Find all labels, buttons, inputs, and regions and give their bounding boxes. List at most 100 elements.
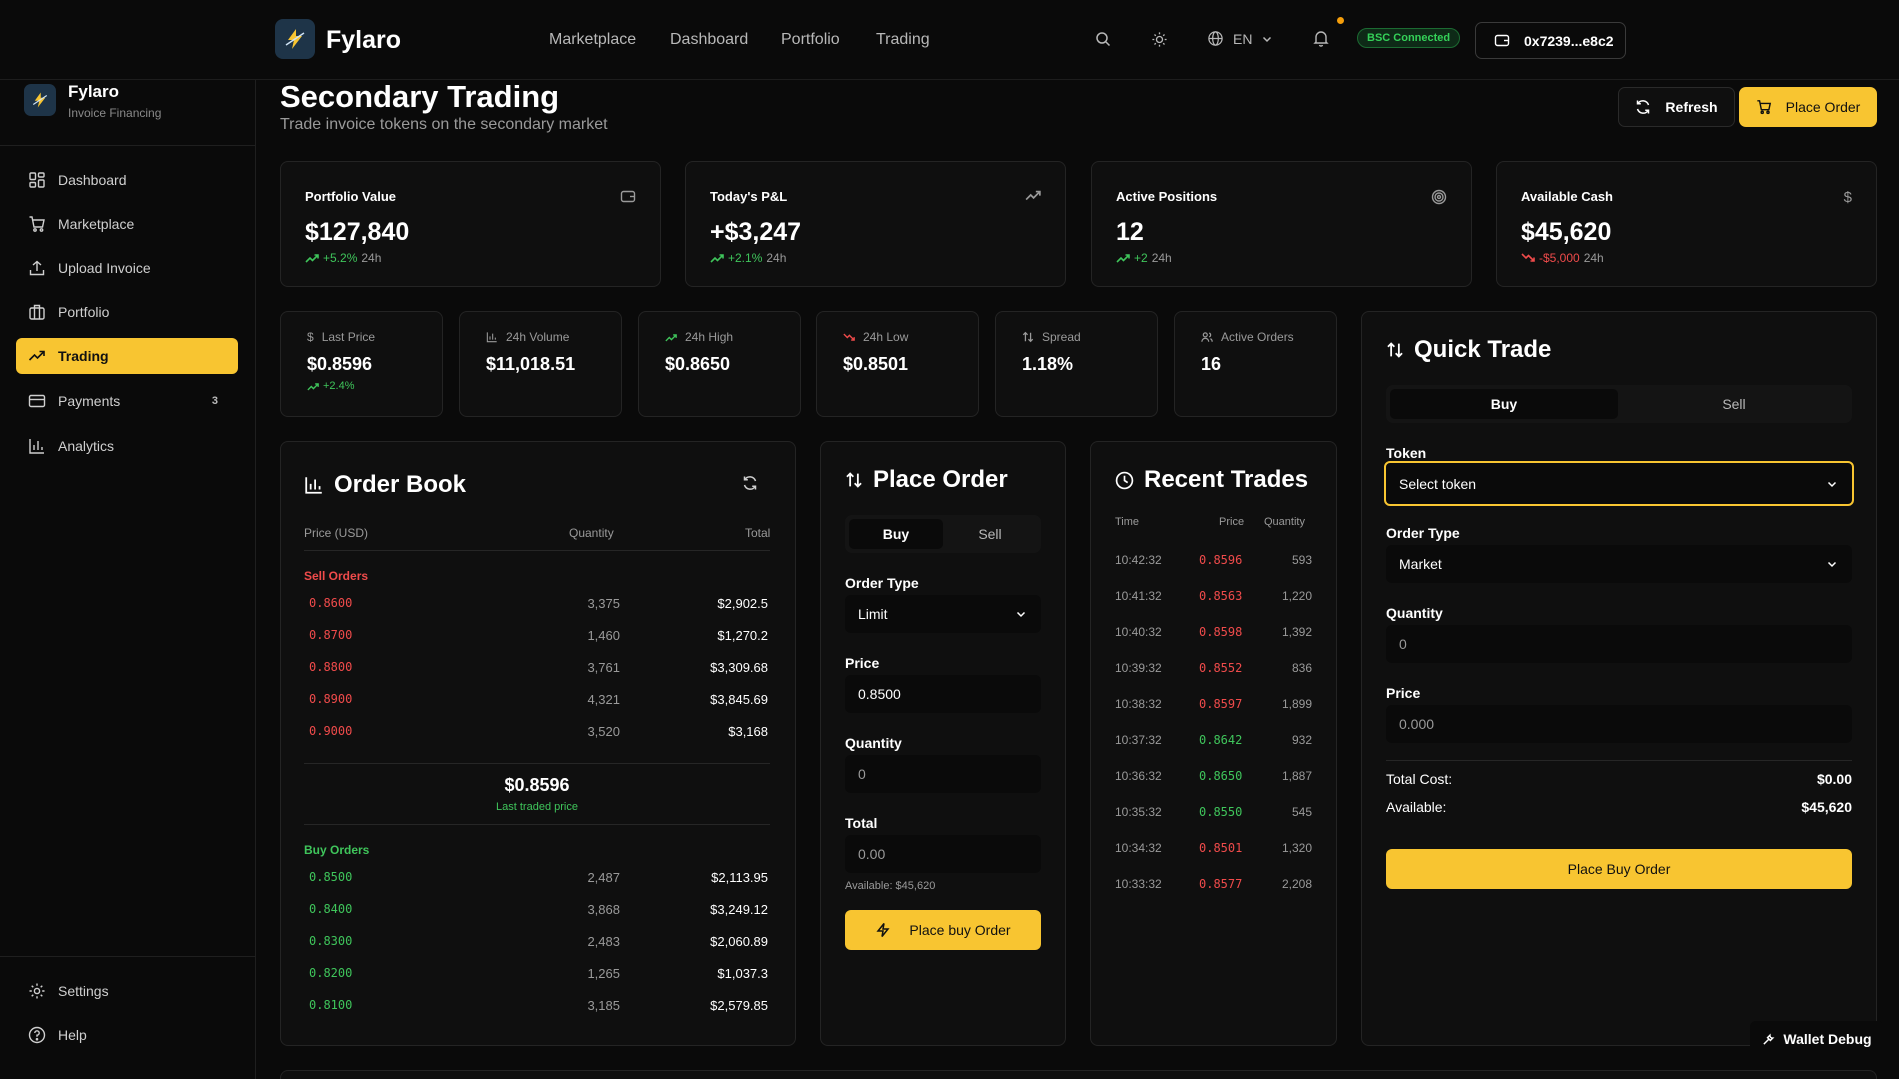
refresh-icon [1637, 100, 1650, 114]
order-book-header-quantity: Quantity [569, 526, 614, 540]
sidebar-divider [0, 145, 256, 146]
sidebar-item-analytics[interactable]: Analytics [16, 428, 238, 464]
buy-order-row[interactable]: 0.8500 2,487 $2,113.95 [304, 870, 768, 892]
trade-price: 0.8501 [1199, 841, 1243, 855]
quick-trade-sell-tab[interactable]: Sell [1620, 389, 1848, 419]
sidebar-item-trading[interactable]: Trading [16, 338, 238, 374]
trending-up-icon [1116, 254, 1130, 263]
arrows-updown-icon [1387, 342, 1403, 358]
sidebar-item-marketplace[interactable]: Marketplace [16, 206, 238, 242]
quick-quantity-input[interactable]: 0 [1386, 625, 1852, 663]
upload-icon [29, 260, 45, 276]
sell-order-row[interactable]: 0.8700 1,460 $1,270.2 [304, 628, 768, 650]
market-label: 24h Volume [486, 330, 569, 344]
token-select-placeholder: Select token [1399, 475, 1477, 492]
quick-order-type-select[interactable]: Market [1386, 545, 1852, 583]
logo-icon [32, 92, 48, 108]
nav-link-marketplace[interactable]: Marketplace [549, 31, 636, 49]
market-label: 24h Low [843, 330, 908, 344]
quantity-input[interactable]: 0 [845, 755, 1041, 793]
sidebar-item-dashboard[interactable]: Dashboard [16, 162, 238, 198]
nav-link-trading[interactable]: Trading [876, 31, 930, 49]
recent-trades-header-time: Time [1115, 516, 1140, 528]
stat-value: 12 [1116, 218, 1144, 246]
sidebar-item-help[interactable]: Help [16, 1017, 238, 1053]
quick-quantity-label: Quantity [1386, 605, 1443, 621]
buy-order-row[interactable]: 0.8300 2,483 $2,060.89 [304, 934, 768, 956]
trade-quantity: 2,208 [1281, 877, 1312, 891]
stat-value: $127,840 [305, 218, 410, 246]
wallet-button[interactable]: 0x7239...e8c2 [1475, 22, 1626, 59]
sell-order-row[interactable]: 0.8600 3,375 $2,902.5 [304, 596, 768, 618]
sidebar-item-payments[interactable]: Payments 3 [16, 383, 238, 419]
order-type-select[interactable]: Limit [845, 595, 1041, 633]
app-logo[interactable] [275, 19, 315, 59]
market-value: $0.8650 [665, 354, 731, 374]
stat-change: -$5,000 24h [1521, 251, 1604, 265]
last-traded-price: $0.8596 [504, 775, 570, 795]
sell-order-row[interactable]: 0.8900 4,321 $3,845.69 [304, 692, 768, 714]
top-navbar: Fylaro Marketplace Dashboard Portfolio T… [0, 0, 1899, 80]
quick-trade-buy-tab[interactable]: Buy [1390, 389, 1618, 419]
market-label-text: 24h High [685, 330, 734, 344]
place-order-side-toggle: Buy Sell [845, 515, 1041, 553]
recent-trades-title: Recent Trades [1115, 466, 1308, 494]
notification-dot [1337, 17, 1344, 24]
place-order-title: Place Order [845, 466, 1008, 494]
trade-price: 0.8597 [1199, 697, 1243, 711]
quick-trade-side-toggle: Buy Sell [1386, 385, 1852, 423]
order-quantity: 1,265 [587, 966, 620, 981]
order-book-header-price: Price (USD) [304, 526, 369, 540]
trade-quantity: 545 [1291, 805, 1312, 819]
recent-trades-header-price: Price [1219, 516, 1245, 528]
place-order-buy-tab[interactable]: Buy [849, 519, 943, 549]
theme-sun-icon[interactable] [1151, 31, 1168, 48]
market-card-spread: Spread 1.18% [995, 311, 1158, 417]
quick-price-input[interactable]: 0.000 [1386, 705, 1852, 743]
buy-order-row[interactable]: 0.8400 3,868 $3,249.12 [304, 902, 768, 924]
order-quantity: 3,520 [587, 724, 620, 739]
buy-order-row[interactable]: 0.8200 1,265 $1,037.3 [304, 966, 768, 988]
nav-link-dashboard[interactable]: Dashboard [670, 31, 748, 49]
sidebar-item-label: Portfolio [58, 304, 110, 320]
nav-link-portfolio[interactable]: Portfolio [781, 31, 840, 49]
order-quantity: 3,375 [587, 596, 620, 611]
sidebar-logo [24, 84, 56, 116]
order-book-divider [304, 550, 770, 551]
order-book-refresh-icon[interactable] [742, 475, 758, 491]
price-input[interactable]: 0.8500 [845, 675, 1041, 713]
sidebar-item-label: Payments [58, 393, 121, 409]
search-icon[interactable] [1095, 31, 1111, 47]
token-select[interactable]: Select token [1384, 461, 1854, 506]
sidebar-item-portfolio[interactable]: Portfolio [16, 294, 238, 330]
place-buy-order-quick-button[interactable]: Place Buy Order [1386, 849, 1852, 889]
market-label: Spread [1022, 330, 1081, 344]
place-order-header-button[interactable]: Place Order [1739, 87, 1877, 127]
market-card-active-orders: Active Orders 16 [1174, 311, 1337, 417]
trade-time: 10:33:32 [1115, 877, 1162, 891]
wallet-debug-button[interactable]: Wallet Debug [1750, 1021, 1884, 1057]
available-label: Available: [1386, 799, 1447, 815]
trade-time: 10:36:32 [1115, 769, 1162, 783]
place-buy-order-button[interactable]: Place buy Order [845, 910, 1041, 950]
brand-name[interactable]: Fylaro [326, 26, 401, 55]
sell-order-row[interactable]: 0.9000 3,520 $3,168 [304, 724, 768, 746]
sidebar-item-label: Help [58, 1027, 87, 1043]
sidebar-item-label: Trading [58, 348, 109, 364]
sidebar-item-upload-invoice[interactable]: Upload Invoice [16, 250, 238, 286]
sell-order-row[interactable]: 0.8800 3,761 $3,309.68 [304, 660, 768, 682]
order-book-divider [304, 763, 770, 764]
order-book-divider [304, 824, 770, 825]
order-book-title: Order Book [304, 471, 466, 499]
order-quantity: 2,483 [587, 934, 620, 949]
market-change: +2.4% [307, 380, 355, 392]
notification-bell-icon[interactable] [1313, 30, 1329, 47]
buy-order-row[interactable]: 0.8100 3,185 $2,579.85 [304, 998, 768, 1020]
place-order-sell-tab[interactable]: Sell [943, 519, 1037, 549]
refresh-button[interactable]: Refresh [1618, 87, 1735, 127]
trending-down-icon [1521, 253, 1535, 262]
sidebar-item-settings[interactable]: Settings [16, 973, 238, 1009]
target-icon [1431, 189, 1447, 205]
market-label-text: Spread [1042, 330, 1081, 344]
language-selector[interactable]: EN [1207, 30, 1273, 47]
